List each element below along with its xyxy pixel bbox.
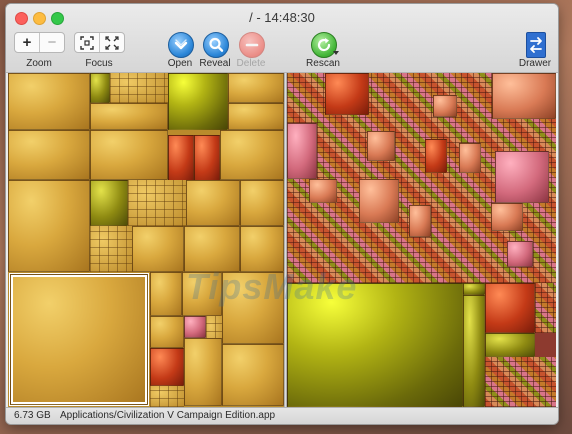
- drawer-label: Drawer: [518, 58, 552, 69]
- zoom-out-button[interactable]: −: [39, 33, 64, 52]
- focus-label: Focus: [85, 58, 113, 69]
- treemap-tile[interactable]: [228, 103, 284, 130]
- treemap-tile[interactable]: [168, 135, 194, 181]
- treemap-tile[interactable]: [222, 344, 284, 406]
- treemap-tile[interactable]: [485, 283, 535, 333]
- focus-in-button[interactable]: [75, 33, 99, 52]
- delete-button[interactable]: [239, 32, 265, 58]
- treemap-cluster[interactable]: [110, 73, 168, 103]
- zoom-label: Zoom: [26, 58, 52, 69]
- zoom-in-button[interactable]: +: [15, 33, 39, 52]
- status-bar: 6.73 GB Applications/Civilization V Camp…: [6, 407, 558, 424]
- treemap-tile[interactable]: [184, 338, 222, 406]
- treemap-tile[interactable]: [433, 95, 457, 117]
- focus-control: [74, 32, 125, 53]
- treemap-tile[interactable]: [425, 139, 447, 173]
- drawer-button[interactable]: [526, 32, 546, 58]
- treemap-tile[interactable]: [495, 151, 549, 203]
- rescan-label: Rescan: [306, 58, 340, 69]
- treemap-tile[interactable]: [194, 135, 220, 181]
- treemap-view[interactable]: TipsMake: [8, 73, 556, 407]
- titlebar: / - 14:48:30 + − Zoom Focus Open Reveal …: [6, 4, 558, 73]
- treemap-cluster[interactable]: [485, 357, 556, 407]
- treemap-cluster[interactable]: [535, 283, 556, 333]
- treemap-tile[interactable]: [168, 73, 228, 130]
- treemap-tile[interactable]: [359, 179, 399, 223]
- treemap-tile[interactable]: [240, 180, 284, 226]
- rescan-menu-arrow-icon[interactable]: [333, 51, 339, 56]
- treemap-tile[interactable]: [150, 272, 182, 316]
- open-icon: [174, 39, 188, 50]
- treemap-tile[interactable]: [150, 316, 184, 348]
- open-label: Open: [167, 58, 193, 69]
- drawer-icon: [530, 37, 542, 53]
- reveal-label: Reveal: [199, 58, 231, 69]
- treemap-cluster[interactable]: [128, 180, 186, 226]
- status-size: 6.73 GB: [14, 410, 51, 421]
- status-path: Applications/Civilization V Campaign Edi…: [60, 410, 276, 421]
- focus-in-icon: [80, 35, 94, 50]
- treemap-tile[interactable]: [485, 333, 535, 357]
- watermark-text: TipsMake: [186, 266, 358, 307]
- app-window: / - 14:48:30 + − Zoom Focus Open Reveal …: [6, 4, 558, 424]
- treemap-tile[interactable]: [325, 73, 369, 115]
- treemap-cluster[interactable]: [150, 386, 184, 407]
- treemap-tile[interactable]: [90, 73, 110, 103]
- reveal-button[interactable]: [203, 32, 229, 58]
- treemap-tile[interactable]: [507, 241, 533, 267]
- treemap-tile[interactable]: [220, 130, 284, 180]
- treemap-tile[interactable]: [463, 283, 485, 295]
- treemap-region-applications[interactable]: [8, 73, 284, 407]
- treemap-cluster[interactable]: [90, 226, 132, 272]
- treemap-tile[interactable]: [184, 316, 206, 338]
- treemap-tile[interactable]: [90, 180, 128, 226]
- focus-out-button[interactable]: [99, 33, 124, 52]
- treemap-tile[interactable]: [367, 131, 395, 161]
- treemap-tile[interactable]: [459, 143, 481, 173]
- zoom-control: + −: [14, 32, 65, 53]
- treemap-tile[interactable]: [90, 103, 168, 130]
- treemap-tile[interactable]: [186, 180, 240, 226]
- treemap-region-system[interactable]: [287, 73, 556, 407]
- treemap-tile[interactable]: [8, 180, 90, 272]
- minus-circle-icon: [245, 43, 259, 47]
- delete-label: Delete: [236, 58, 266, 69]
- open-button[interactable]: [168, 32, 194, 58]
- magnifier-icon: [209, 37, 224, 52]
- treemap-tile[interactable]: [463, 295, 485, 407]
- treemap-tile[interactable]: [309, 179, 337, 203]
- treemap-tile[interactable]: [8, 130, 90, 180]
- treemap-tile[interactable]: [228, 73, 284, 103]
- treemap-tile[interactable]: [90, 130, 168, 180]
- treemap-tile[interactable]: [409, 205, 431, 237]
- treemap-tile[interactable]: [150, 348, 184, 386]
- selected-treemap-tile[interactable]: [10, 274, 148, 405]
- treemap-tile[interactable]: [132, 226, 184, 272]
- treemap-tile[interactable]: [8, 73, 90, 130]
- treemap-tile[interactable]: [491, 203, 523, 231]
- treemap-tile[interactable]: [287, 123, 317, 179]
- focus-out-icon: [105, 35, 119, 50]
- treemap-tile[interactable]: [492, 73, 556, 119]
- window-title: / - 14:48:30: [249, 10, 315, 25]
